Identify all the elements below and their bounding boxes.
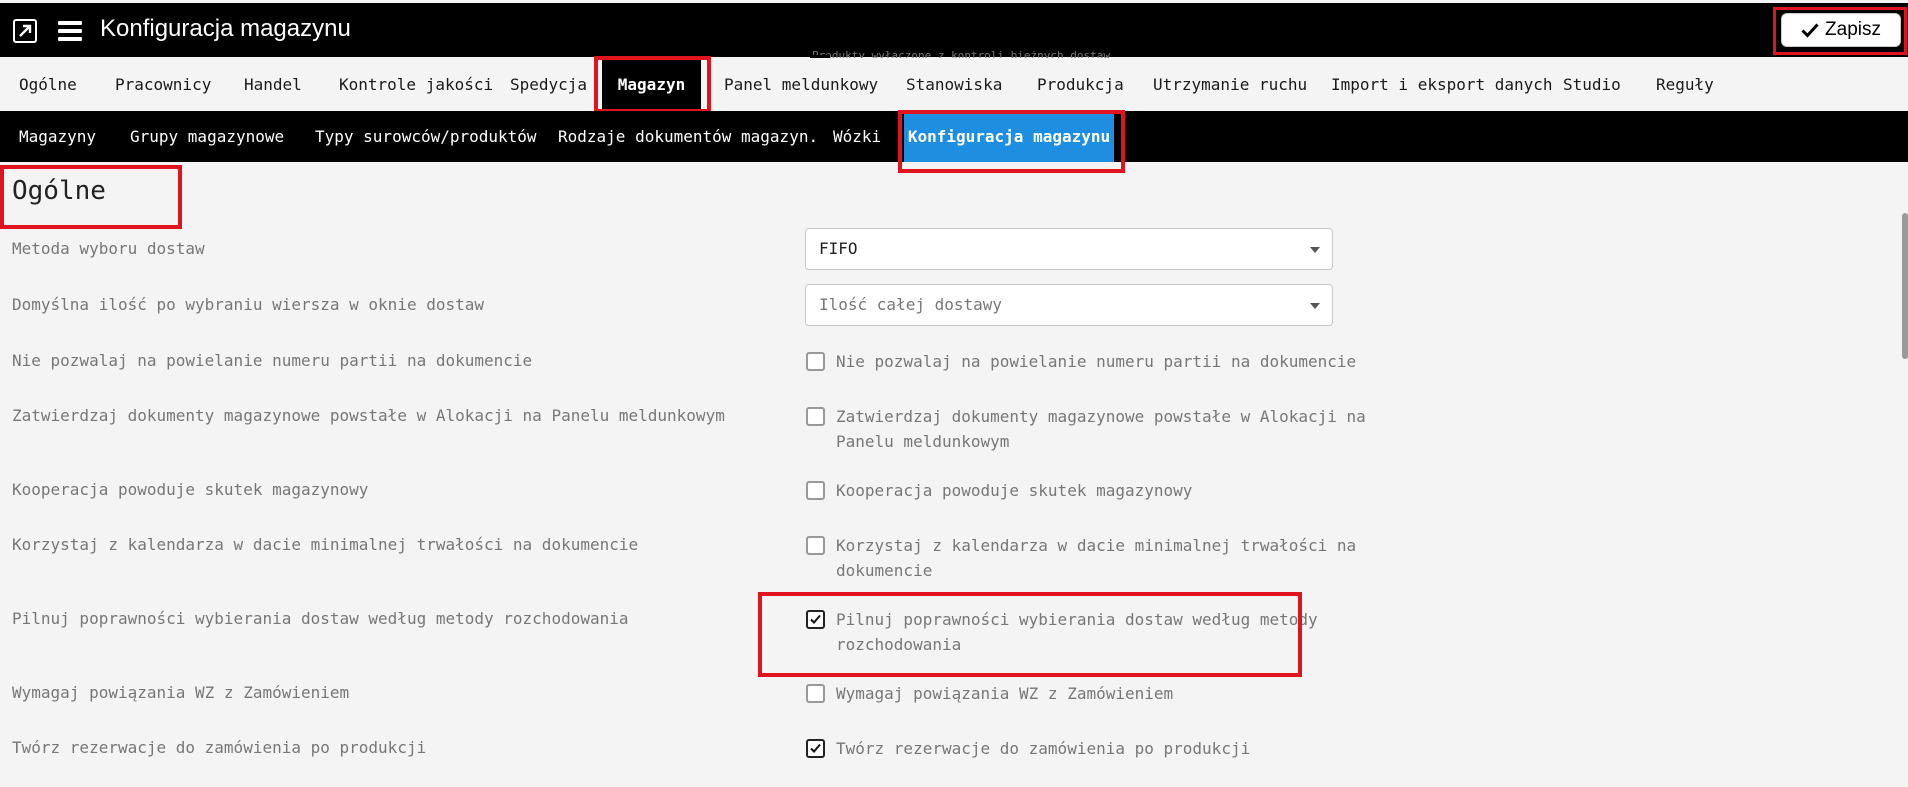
- row-label-kalendarz: Korzystaj z kalendarza w dacie minimalne…: [12, 535, 639, 554]
- row-label-kooperacja: Kooperacja powoduje skutek magazynowy: [12, 480, 369, 499]
- tab-import-eksport[interactable]: Import i eksport danych: [1331, 58, 1553, 111]
- chevron-down-icon: [1310, 247, 1320, 253]
- subtab-wozki[interactable]: Wózki: [833, 111, 881, 162]
- tab-produkcja[interactable]: Produkcja: [1037, 58, 1124, 111]
- tab-ogolne[interactable]: Ogólne: [19, 58, 77, 111]
- tab-spedycja[interactable]: Spedycja: [510, 58, 587, 111]
- save-button[interactable]: Zapisz: [1781, 13, 1901, 47]
- app-logo-icon[interactable]: [13, 19, 37, 43]
- checkbox-pilnuj[interactable]: [806, 610, 825, 629]
- checkbox-check-icon: [810, 743, 821, 753]
- tab-utrzymanie-ruchu[interactable]: Utrzymanie ruchu: [1153, 58, 1307, 111]
- checkbox-label: Nie pozwalaj na powielanie numeru partii…: [836, 352, 1357, 371]
- row-label-wymagaj: Wymagaj powiązania WZ z Zamówieniem: [12, 683, 350, 702]
- subtab-grupy-magazynowe[interactable]: Grupy magazynowe: [130, 111, 284, 162]
- checkbox-label: Twórz rezerwacje do zamówienia po produk…: [836, 739, 1251, 758]
- row-label-metoda: Metoda wyboru dostaw: [12, 239, 205, 258]
- sub-tabs: Magazyny Grupy magazynowe Typy surowców/…: [0, 111, 1908, 162]
- select-value: FIFO: [819, 239, 858, 258]
- row-label-pilnuj: Pilnuj poprawności wybierania dostaw wed…: [12, 609, 629, 628]
- subtab-rodzaje-dokumentow[interactable]: Rodzaje dokumentów magazyn.: [558, 111, 818, 162]
- tab-reguly[interactable]: Reguły: [1656, 58, 1714, 111]
- tab-kontrole-jakosci[interactable]: Kontrole jakości: [339, 58, 493, 111]
- row-label-nie-pozwalaj: Nie pozwalaj na powielanie numeru partii…: [12, 351, 533, 370]
- checkbox-label: Pilnuj poprawności wybierania dostaw wed…: [836, 610, 1318, 654]
- subtab-typy-surowcow[interactable]: Typy surowców/produktów: [315, 111, 537, 162]
- hamburger-menu-icon[interactable]: [58, 21, 82, 41]
- subtab-magazyny[interactable]: Magazyny: [19, 111, 96, 162]
- checkmark-icon: [1801, 23, 1819, 38]
- checkbox-label: Wymagaj powiązania WZ z Zamówieniem: [836, 684, 1174, 703]
- vertical-scrollbar[interactable]: [1902, 213, 1908, 359]
- tab-stanowiska[interactable]: Stanowiska: [906, 58, 1002, 111]
- chevron-down-icon: [1310, 303, 1320, 309]
- row-label-tworz-rezerwacje: Twórz rezerwacje do zamówienia po produk…: [12, 738, 427, 757]
- row-label-zatwierdzaj: Zatwierdzaj dokumenty magazynowe powstał…: [12, 406, 725, 425]
- main-tabs: Ogólne Pracownicy Handel Kontrole jakośc…: [0, 58, 1908, 111]
- checkbox-label: Zatwierdzaj dokumenty magazynowe powstał…: [836, 407, 1366, 451]
- checkbox-kalendarz[interactable]: [806, 536, 825, 555]
- checkbox-zatwierdzaj[interactable]: [806, 407, 825, 426]
- checkbox-check-icon: [810, 614, 821, 624]
- checkbox-label: Kooperacja powoduje skutek magazynowy: [836, 481, 1193, 500]
- tab-handel[interactable]: Handel: [244, 58, 302, 111]
- checkbox-nie-pozwalaj[interactable]: [806, 352, 825, 371]
- section-title: Ogólne: [12, 176, 106, 206]
- tab-magazyn[interactable]: Magazyn: [602, 58, 701, 111]
- row-label-domyslna-ilosc: Domyślna ilość po wybraniu wiersza w okn…: [12, 295, 485, 314]
- metoda-wyboru-select[interactable]: FIFO: [805, 228, 1333, 270]
- subtab-konfiguracja-magazynu[interactable]: Konfiguracja magazynu: [904, 113, 1114, 162]
- tab-studio[interactable]: Studio: [1563, 58, 1621, 111]
- domyslna-ilosc-select[interactable]: Ilość całej dostawy: [805, 284, 1333, 326]
- checkbox-kooperacja[interactable]: [806, 481, 825, 500]
- tab-panel-meldunkowy[interactable]: Panel meldunkowy: [724, 58, 878, 111]
- select-value: Ilość całej dostawy: [819, 295, 1003, 314]
- checkbox-label: Korzystaj z kalendarza w dacie minimalne…: [836, 536, 1357, 580]
- checkbox-tworz-rezerwacje[interactable]: [806, 739, 825, 758]
- tab-pracownicy[interactable]: Pracownicy: [115, 58, 211, 111]
- page-title: Konfiguracja magazynu: [100, 15, 351, 42]
- checkbox-wymagaj[interactable]: [806, 684, 825, 703]
- save-button-label: Zapisz: [1825, 19, 1881, 40]
